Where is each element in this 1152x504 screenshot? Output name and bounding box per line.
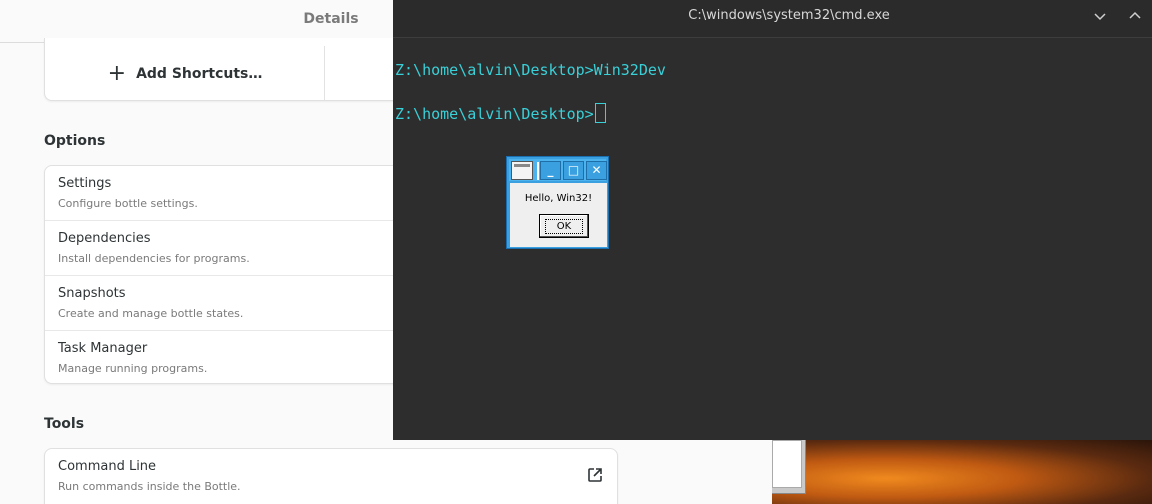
add-shortcuts-label: Add Shortcuts… — [136, 65, 263, 82]
message-box-titlebar[interactable]: _ □ ✕ — [509, 159, 607, 181]
titlebar-separator — [537, 162, 539, 180]
background-window-edge — [772, 440, 806, 494]
message-box-window: _ □ ✕ Hello, Win32! OK — [506, 156, 609, 249]
message-box-body: Hello, Win32! OK — [510, 183, 607, 247]
cmd-titlebar[interactable]: C:\windows\system32\cmd.exe — [393, 0, 1152, 38]
chevron-up-icon[interactable] — [1127, 8, 1143, 24]
minimize-button[interactable]: _ — [540, 161, 561, 180]
option-title: Settings — [58, 176, 112, 191]
tools-heading: Tools — [44, 416, 85, 432]
chevron-down-icon[interactable] — [1092, 8, 1108, 24]
option-title: Task Manager — [58, 341, 148, 356]
text-cursor — [594, 103, 606, 123]
plus-icon: + — [107, 60, 127, 86]
close-button[interactable]: ✕ — [586, 161, 607, 180]
cmd-window-title: C:\windows\system32\cmd.exe — [688, 8, 890, 23]
external-link-icon[interactable] — [587, 467, 603, 483]
add-shortcuts-button[interactable]: + Add Shortcuts… — [45, 46, 325, 101]
option-subtitle: Manage running programs. — [58, 362, 208, 375]
option-subtitle: Configure bottle settings. — [58, 197, 198, 210]
tools-list: Command Line Run commands inside the Bot… — [44, 448, 618, 504]
tool-subtitle: Run commands inside the Bottle. — [58, 480, 241, 493]
console-prompt: Z:\home\alvin\Desktop> — [395, 105, 594, 123]
options-heading: Options — [44, 133, 106, 149]
tool-title: Command Line — [58, 459, 157, 474]
ok-label: OK — [544, 218, 584, 234]
button-divider — [324, 46, 325, 101]
option-subtitle: Create and manage bottle states. — [58, 307, 244, 320]
tool-command-line[interactable]: Command Line Run commands inside the Bot… — [45, 449, 617, 504]
console-line: Z:\home\alvin\Desktop>Win32Dev — [395, 61, 666, 79]
desktop-wallpaper — [772, 440, 1152, 504]
option-title: Dependencies — [58, 231, 151, 246]
system-menu-icon[interactable] — [511, 161, 533, 180]
maximize-button[interactable]: □ — [563, 161, 584, 180]
ok-button[interactable]: OK — [539, 214, 589, 238]
option-subtitle: Install dependencies for programs. — [58, 252, 250, 265]
option-title: Snapshots — [58, 286, 126, 301]
message-text: Hello, Win32! — [524, 193, 593, 204]
console-prompt-line[interactable]: Z:\home\alvin\Desktop> — [395, 103, 606, 123]
